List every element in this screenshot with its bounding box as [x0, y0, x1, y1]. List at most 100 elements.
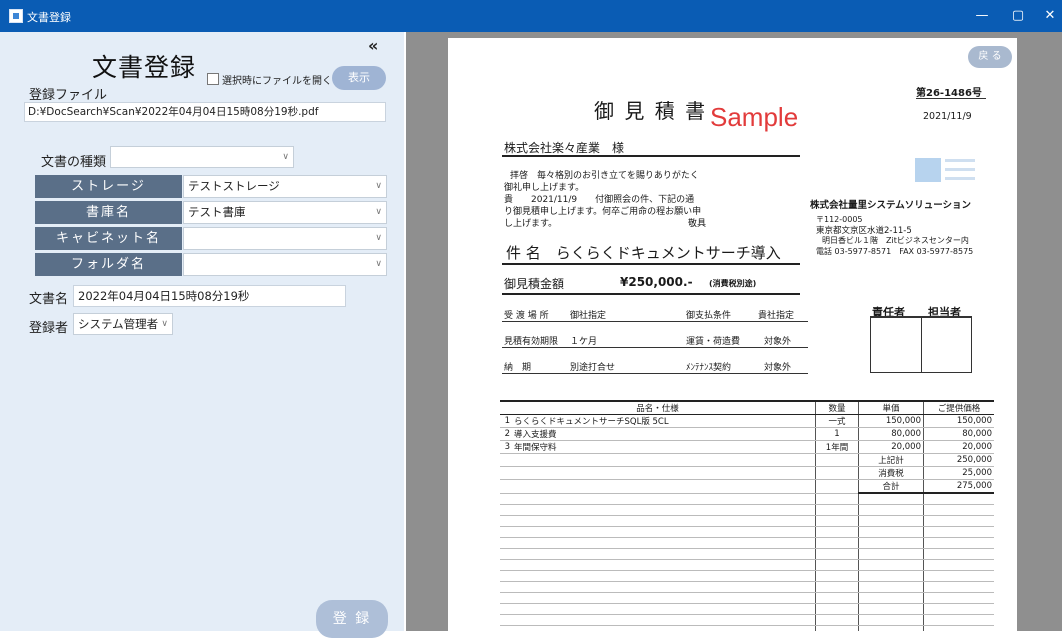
- window-title-bar: 文書登録 — ▢ ✕: [0, 0, 1062, 32]
- chevron-down-icon: ∨: [375, 259, 382, 269]
- tax-label: 消費税: [858, 466, 924, 480]
- divider: [502, 373, 808, 374]
- total-label: 合計: [858, 479, 924, 494]
- table-row: 合計 275,000: [500, 479, 994, 494]
- col-header-unit-price: 単価: [858, 400, 924, 415]
- show-button[interactable]: 表示: [332, 66, 386, 90]
- doc-type-select[interactable]: ∨: [110, 146, 294, 168]
- row-number: 2: [500, 427, 512, 441]
- cabinet-label: キャビネット名: [35, 227, 182, 250]
- chevron-down-icon: ∨: [375, 181, 382, 191]
- table-row: [500, 537, 994, 549]
- table-row: [500, 559, 994, 571]
- table-row: 1 らくらくドキュメントサーチSQL版 5CL 一式 150,000 150,0…: [500, 414, 994, 428]
- table-row: 上記計 250,000: [500, 453, 994, 467]
- item-unit-price: 20,000: [858, 440, 924, 454]
- approval-stamp-box: [870, 316, 972, 373]
- amount-value: ¥250,000.-: [620, 275, 693, 289]
- item-name: らくらくドキュメントサーチSQL版 5CL: [512, 414, 816, 428]
- doc-date: 2021/11/9: [923, 111, 972, 122]
- item-price: 20,000: [923, 440, 994, 454]
- register-button[interactable]: 登 録: [316, 600, 388, 638]
- delivery-value: 別途打合せ: [570, 363, 616, 373]
- doc-number: 第26-1486号: [916, 88, 982, 99]
- divider: [502, 263, 800, 265]
- table-row: [500, 570, 994, 582]
- minimize-button[interactable]: —: [972, 8, 992, 24]
- item-unit-price: 80,000: [858, 427, 924, 441]
- file-path-field[interactable]: D:¥DocSearch¥Scan¥2022年04月04日15時08分19秒.p…: [24, 102, 386, 122]
- company-logo: [915, 155, 979, 189]
- table-row: [500, 625, 994, 631]
- open-on-select-checkbox[interactable]: [207, 73, 219, 85]
- item-price: 150,000: [923, 414, 994, 428]
- maintenance-label: ﾒﾝﾃﾅﾝｽ契約: [686, 363, 732, 373]
- divider: [502, 347, 808, 348]
- open-on-select-label: 選択時にファイルを開く: [222, 76, 332, 87]
- table-row: [500, 548, 994, 560]
- shipping-value: 対象外: [764, 337, 792, 347]
- item-price: 80,000: [923, 427, 994, 441]
- col-header-qty: 数量: [815, 400, 859, 415]
- amount-note: (消費税別途): [709, 279, 757, 288]
- col-header-item: 品名・仕様: [500, 400, 816, 415]
- sample-watermark: Sample: [710, 102, 799, 132]
- tax-value: 25,000: [923, 466, 994, 480]
- maximize-button[interactable]: ▢: [1008, 8, 1028, 24]
- shipping-label: 運賃・荷造費: [686, 337, 741, 347]
- doc-name-field[interactable]: 2022年04月04日15時08分19秒: [73, 285, 346, 307]
- table-row: [500, 526, 994, 538]
- divider: [916, 98, 986, 99]
- collapse-panel-icon[interactable]: «: [368, 36, 378, 55]
- row-number: 1: [500, 414, 512, 428]
- total-value: 275,000: [923, 479, 994, 494]
- cabinet-select[interactable]: ∨: [183, 227, 387, 250]
- chevron-down-icon: ∨: [375, 233, 382, 243]
- company-name: 株式会社量里システムソリューション: [810, 200, 972, 211]
- registrant-value: システム管理者: [78, 317, 159, 331]
- delivery-place-value: 御社指定: [570, 311, 607, 321]
- company-address: 明日香ビル１階 Zitビジネスセンター内: [822, 236, 969, 245]
- quote-items-table: 品名・仕様 数量 単価 ご提供価格 1 らくらくドキュメントサーチSQL版 5C…: [500, 400, 994, 631]
- subtotal-value: 250,000: [923, 453, 994, 467]
- registrant-select[interactable]: システム管理者 ∨: [73, 313, 173, 335]
- validity-label: 見積有効期限: [504, 337, 559, 347]
- col-header-price: ご提供価格: [923, 400, 994, 415]
- subject: 件 名 らくらくドキュメントサーチ導入: [506, 244, 781, 262]
- folder-label: フォルダ名: [35, 253, 182, 276]
- greeting-line: し上げます。: [504, 219, 558, 229]
- maintenance-value: 対象外: [764, 363, 792, 373]
- row-number: 3: [500, 440, 512, 454]
- table-row: 3 年間保守料 1年間 20,000 20,000: [500, 440, 994, 454]
- item-unit-price: 150,000: [858, 414, 924, 428]
- divider: [502, 155, 800, 157]
- greeting-line: 敬具: [688, 219, 707, 229]
- storage-select[interactable]: テストストレージ ∨: [183, 175, 387, 198]
- back-button[interactable]: 戻 る: [968, 46, 1012, 68]
- subtotal-label: 上記計: [858, 453, 924, 467]
- close-button[interactable]: ✕: [1040, 8, 1060, 24]
- addressee: 株式会社楽々産業 様: [504, 141, 625, 155]
- table-row: [500, 603, 994, 615]
- table-row: 2 導入支援費 1 80,000 80,000: [500, 427, 994, 441]
- divider: [502, 321, 808, 322]
- panel-title: 文書登録: [92, 53, 197, 82]
- doc-name-label: 文書名: [29, 292, 69, 307]
- validity-value: １ケ月: [570, 337, 598, 347]
- library-select[interactable]: テスト書庫 ∨: [183, 201, 387, 224]
- table-row: [500, 504, 994, 516]
- document-page: 戻 る 第26-1486号 2021/11/9 御 見 積 書 Sample 株…: [448, 38, 1017, 631]
- delivery-label: 納 期: [504, 363, 532, 373]
- folder-select[interactable]: ∨: [183, 253, 387, 276]
- item-qty: 1: [815, 427, 859, 441]
- amount-label: 御見積金額: [504, 277, 565, 291]
- table-row: [500, 581, 994, 593]
- storage-value: テストストレージ: [188, 179, 280, 193]
- chevron-down-icon: ∨: [282, 152, 289, 162]
- chevron-down-icon: ∨: [375, 207, 382, 217]
- item-qty: 1年間: [815, 440, 859, 454]
- item-name: 年間保守料: [512, 440, 816, 454]
- divider: [502, 293, 800, 295]
- table-row: [500, 493, 994, 505]
- storage-label: ストレージ: [35, 175, 182, 198]
